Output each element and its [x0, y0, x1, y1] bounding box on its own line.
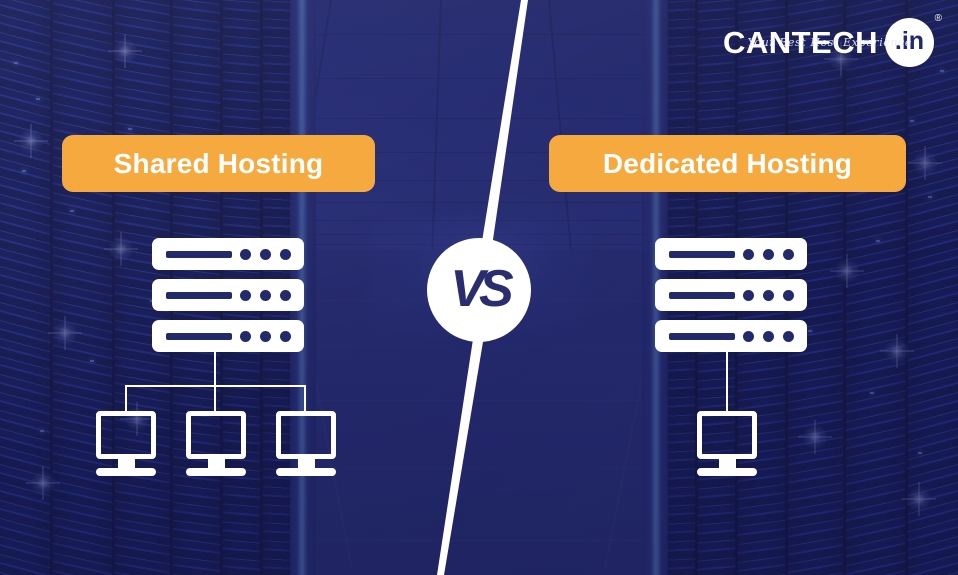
server-status-bar: [669, 333, 735, 340]
server-indicator-dots: [743, 290, 794, 301]
brand-tagline: Your Best Host Experience: [747, 36, 912, 49]
monitor-neck: [207, 459, 225, 468]
server-dot: [783, 331, 794, 342]
server-dot: [783, 249, 794, 260]
server-indicator-dots: [743, 249, 794, 260]
server-dot: [783, 290, 794, 301]
badge-dedicated-hosting-label: Dedicated Hosting: [602, 147, 853, 179]
badge-shared-hosting-label: Shared Hosting: [113, 147, 324, 179]
server-status-bar: [669, 292, 735, 299]
server-status-bar: [669, 251, 735, 258]
server-status-bar: [166, 251, 232, 258]
server-dot: [240, 249, 251, 260]
server-dot: [763, 331, 774, 342]
registered-trademark-icon: ®: [934, 13, 942, 24]
server-indicator-dots: [240, 290, 291, 301]
badge-dedicated-hosting[interactable]: Dedicated Hosting: [549, 135, 906, 192]
monitor-icon: [697, 411, 757, 476]
server-dot: [280, 290, 291, 301]
monitor-icon: [96, 411, 156, 476]
monitor-base: [186, 468, 246, 476]
monitor-base: [96, 468, 156, 476]
connector-line: [125, 385, 127, 413]
monitor-icon: [186, 411, 246, 476]
server-unit: [152, 279, 304, 311]
server-status-bar: [166, 292, 232, 299]
server-unit: [655, 320, 807, 352]
vs-badge: VS: [427, 238, 531, 342]
monitor-neck: [297, 459, 315, 468]
monitor-screen: [186, 411, 246, 459]
connector-line: [214, 385, 216, 413]
server-dot: [240, 331, 251, 342]
server-unit: [655, 279, 807, 311]
monitor-base: [697, 468, 757, 476]
server-dot: [280, 249, 291, 260]
server-status-bar: [166, 333, 232, 340]
server-indicator-dots: [240, 249, 291, 260]
server-dot: [280, 331, 291, 342]
server-indicator-dots: [240, 331, 291, 342]
server-dot: [260, 249, 271, 260]
infographic-canvas: Shared Hosting Dedicated Hosting VS CANT…: [0, 0, 958, 575]
monitor-neck: [117, 459, 135, 468]
server-dot: [260, 290, 271, 301]
server-dot: [763, 290, 774, 301]
server-stack-icon-shared: [152, 238, 304, 361]
server-stack-icon-dedicated: [655, 238, 807, 361]
monitor-base: [276, 468, 336, 476]
server-dot: [260, 331, 271, 342]
server-unit: [152, 320, 304, 352]
server-dot: [743, 331, 754, 342]
monitor-screen: [276, 411, 336, 459]
server-unit: [655, 238, 807, 270]
server-dot: [240, 290, 251, 301]
server-unit: [152, 238, 304, 270]
monitor-neck: [718, 459, 736, 468]
server-dot: [743, 249, 754, 260]
server-indicator-dots: [743, 331, 794, 342]
monitor-screen: [96, 411, 156, 459]
server-dot: [763, 249, 774, 260]
vs-label: VS: [450, 260, 513, 318]
badge-shared-hosting[interactable]: Shared Hosting: [62, 135, 375, 192]
server-dot: [743, 290, 754, 301]
monitor-screen: [697, 411, 757, 459]
monitor-icon: [276, 411, 336, 476]
connector-line: [304, 385, 306, 413]
